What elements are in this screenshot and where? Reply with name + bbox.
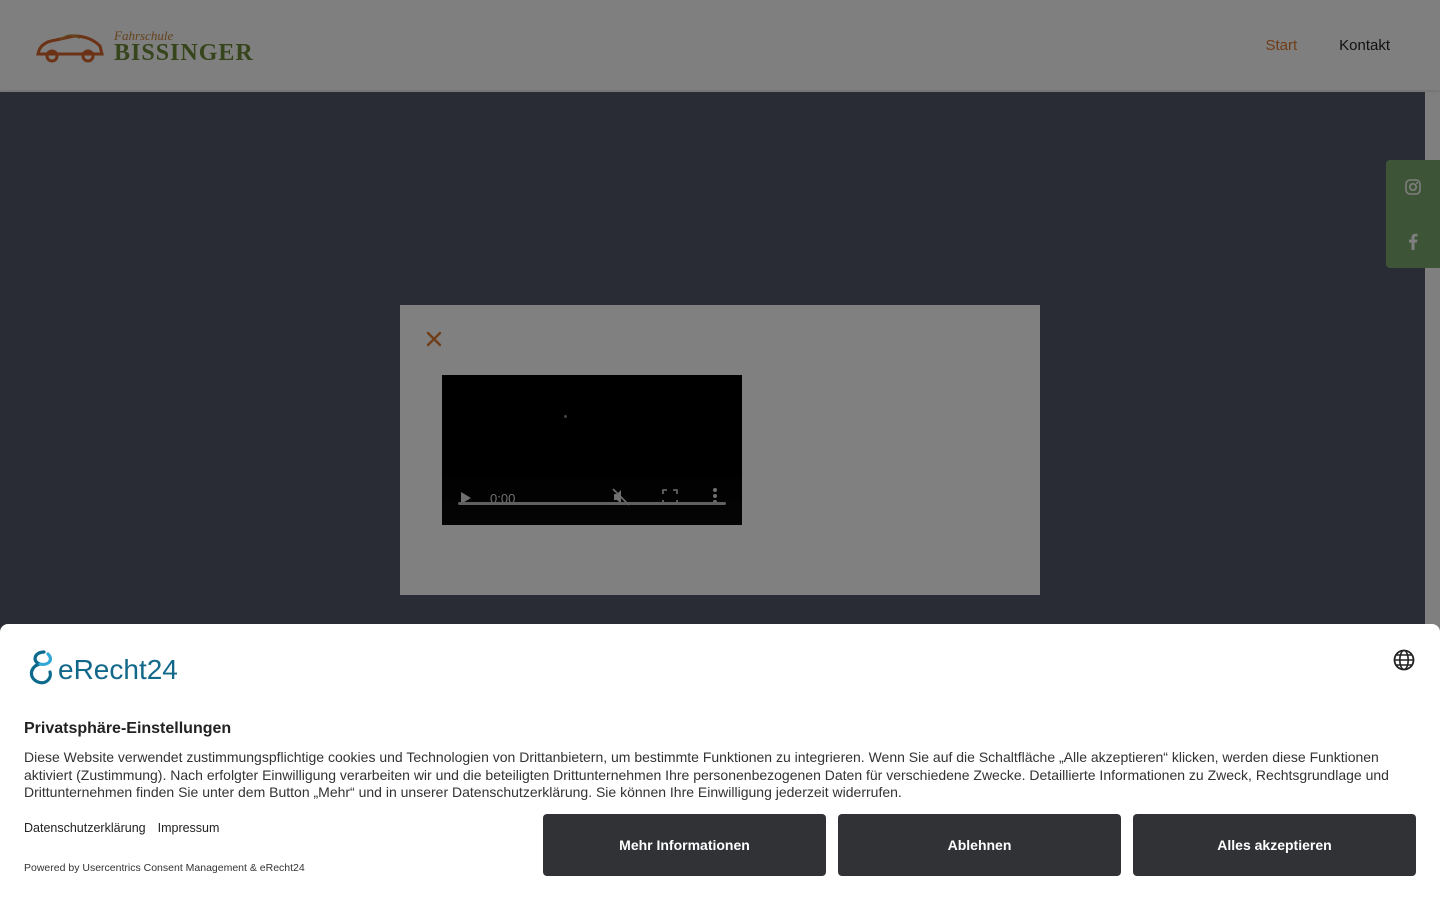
accept-all-button[interactable]: Alles akzeptieren xyxy=(1133,814,1416,876)
more-info-button[interactable]: Mehr Informationen xyxy=(543,814,826,876)
video-progress-bar[interactable] xyxy=(458,502,726,505)
video-lightbox: 0:00 xyxy=(400,305,1040,595)
erecht24-logo: eRecht24 xyxy=(24,648,194,688)
imprint-link[interactable]: Impressum xyxy=(158,821,220,835)
video-controls: 0:00 xyxy=(442,465,742,525)
cookie-description: Diese Website verwendet zustimmungspflic… xyxy=(24,749,1389,801)
video-loading-dot xyxy=(564,415,567,418)
powered-by-text: Powered by Usercentrics Consent Manageme… xyxy=(24,862,305,874)
privacy-policy-link[interactable]: Datenschutzerklärung xyxy=(24,821,146,835)
language-globe-icon[interactable] xyxy=(1392,648,1416,672)
video-player[interactable]: 0:00 xyxy=(442,375,742,525)
erecht24-logo-icon xyxy=(29,650,52,685)
decline-button[interactable]: Ablehnen xyxy=(838,814,1121,876)
cookie-title: Privatsphäre-Einstellungen xyxy=(24,720,232,737)
cookie-links: Datenschutzerklärung Impressum xyxy=(24,821,219,835)
cookie-banner: eRecht24 Privatsphäre-Einstellungen Dies… xyxy=(0,624,1440,900)
lightbox-close-button[interactable] xyxy=(420,325,448,353)
close-icon xyxy=(426,331,442,347)
erecht24-brand-text: eRecht24 xyxy=(58,654,178,685)
